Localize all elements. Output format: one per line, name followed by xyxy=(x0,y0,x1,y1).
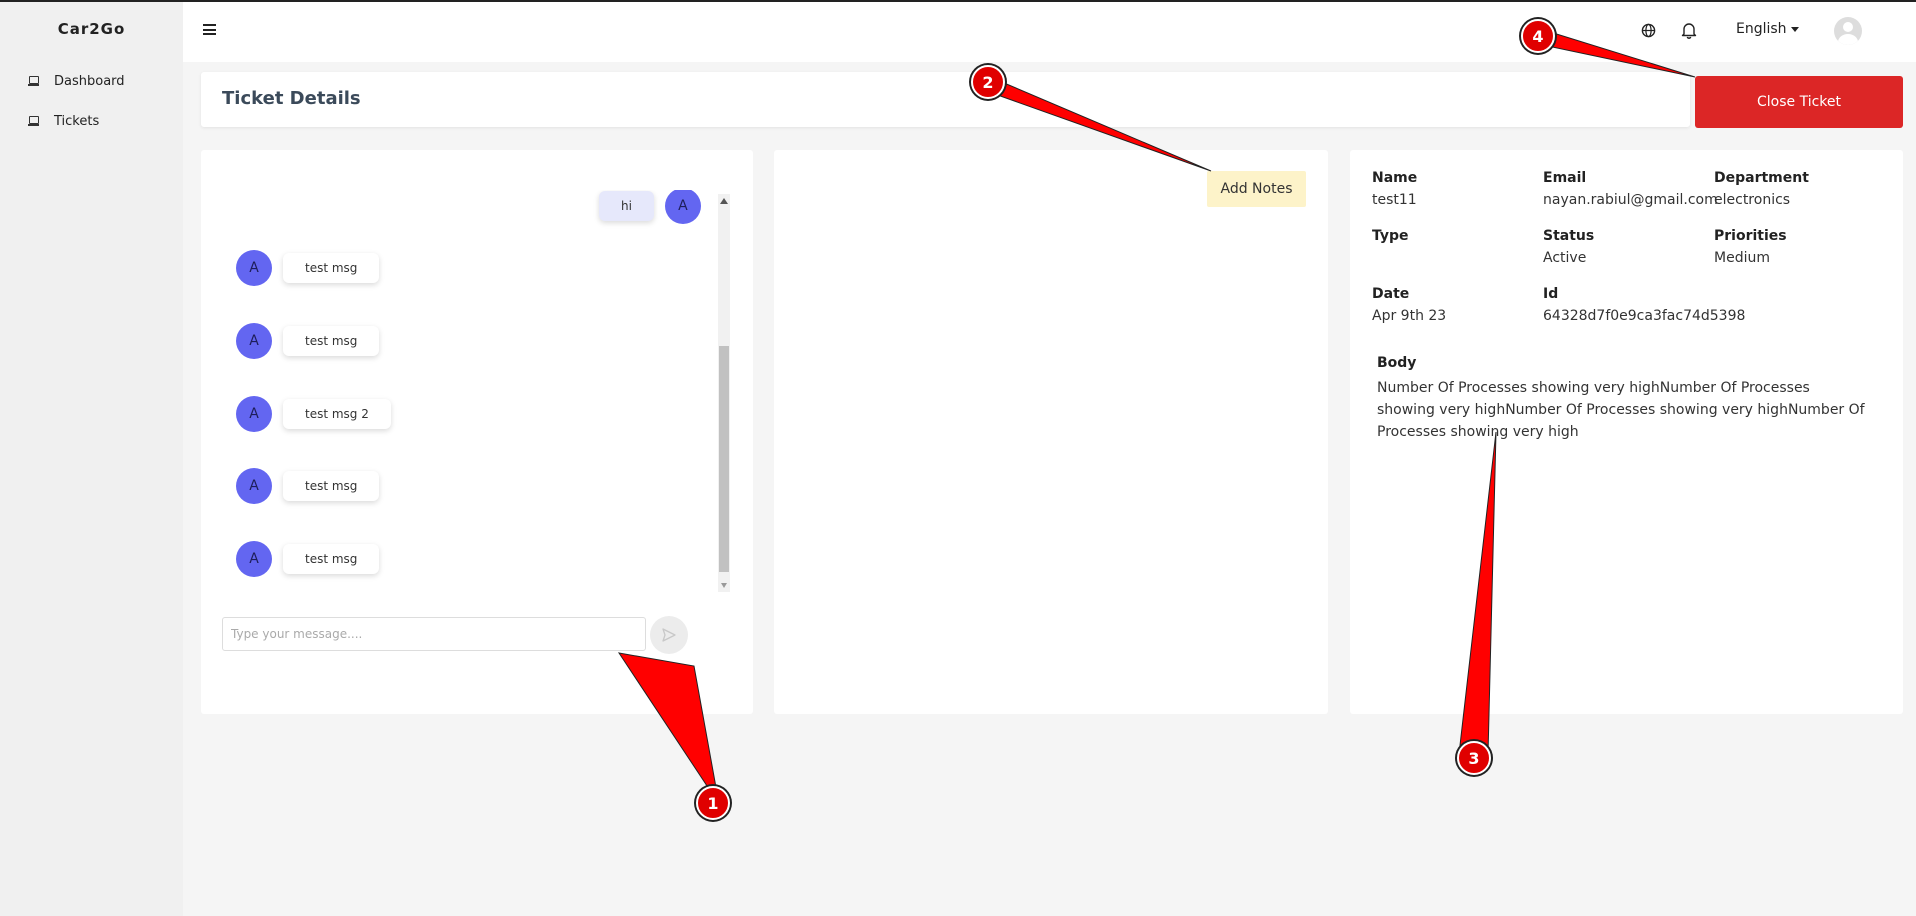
detail-label: Status xyxy=(1543,228,1595,244)
message-bubble: test msg xyxy=(283,544,380,574)
notes-panel: Add Notes xyxy=(774,150,1328,714)
detail-email: Email nayan.rabiul@gmail.com xyxy=(1543,170,1718,208)
send-button[interactable] xyxy=(650,616,688,654)
chat-message-self: hi A xyxy=(599,190,701,224)
detail-type: Type xyxy=(1372,228,1409,250)
avatar: A xyxy=(236,396,272,432)
detail-label: Priorities xyxy=(1714,228,1787,244)
send-icon xyxy=(662,628,676,642)
language-dropdown[interactable]: English xyxy=(1736,21,1799,37)
language-label: English xyxy=(1736,21,1787,37)
message-bubble: test msg xyxy=(283,253,380,283)
detail-value: test11 xyxy=(1372,192,1417,208)
avatar: A xyxy=(236,323,272,359)
message-bubble: test msg 2 xyxy=(283,399,391,429)
menu-icon[interactable] xyxy=(203,24,216,35)
ticket-details-panel: Name test11 Email nayan.rabiul@gmail.com… xyxy=(1350,150,1903,714)
annotation-badge-3: 3 xyxy=(1457,741,1491,775)
detail-label: Type xyxy=(1372,228,1409,244)
page-title-bar: Ticket Details xyxy=(201,72,1690,127)
detail-name: Name test11 xyxy=(1372,170,1417,208)
annotation-badge-4: 4 xyxy=(1521,19,1555,53)
user-avatar[interactable] xyxy=(1834,17,1862,45)
chat-panel: hi A A test msg A test msg A test msg 2 … xyxy=(201,150,753,714)
avatar: A xyxy=(236,468,272,504)
detail-value: electronics xyxy=(1714,192,1791,208)
laptop-icon xyxy=(28,116,40,126)
chat-message: A test msg xyxy=(236,541,380,577)
bell-icon[interactable] xyxy=(1681,21,1697,39)
annotation-badge-1: 1 xyxy=(696,786,730,820)
detail-label: Email xyxy=(1543,170,1587,186)
globe-icon[interactable] xyxy=(1641,23,1656,38)
detail-date: Date Apr 9th 23 xyxy=(1372,286,1446,324)
laptop-icon xyxy=(28,76,40,86)
detail-label: Date xyxy=(1372,286,1410,302)
detail-id: Id 64328d7f0e9ca3fac74d5398 xyxy=(1543,286,1745,324)
detail-label: Body xyxy=(1377,355,1417,371)
message-bubble: hi xyxy=(599,191,654,221)
chevron-down-icon xyxy=(1790,26,1799,32)
message-bubble: test msg xyxy=(283,471,380,501)
chat-message: A test msg xyxy=(236,323,380,359)
chat-scrollbar[interactable] xyxy=(718,194,730,592)
page-title: Ticket Details xyxy=(222,88,361,109)
sidebar-item-tickets[interactable]: Tickets xyxy=(28,110,99,132)
detail-value: 64328d7f0e9ca3fac74d5398 xyxy=(1543,308,1746,324)
sidebar-item-label: Tickets xyxy=(54,113,100,129)
close-ticket-button[interactable]: Close Ticket xyxy=(1695,76,1903,128)
detail-value: Active xyxy=(1543,250,1587,266)
detail-body: Body Number Of Processes showing very hi… xyxy=(1377,355,1867,443)
scroll-down-icon[interactable] xyxy=(721,583,727,588)
add-notes-button[interactable]: Add Notes xyxy=(1207,171,1306,207)
message-input[interactable] xyxy=(222,617,646,651)
chat-message: A test msg 2 xyxy=(236,396,391,432)
sidebar: Car2Go Dashboard Tickets xyxy=(0,2,183,916)
annotation-badge-2: 2 xyxy=(971,65,1005,99)
scroll-up-icon[interactable] xyxy=(720,198,728,204)
detail-priorities: Priorities Medium xyxy=(1714,228,1787,266)
sidebar-item-label: Dashboard xyxy=(54,73,125,89)
avatar: A xyxy=(236,250,272,286)
chat-message: A test msg xyxy=(236,468,380,504)
detail-department: Department electronics xyxy=(1714,170,1809,208)
detail-label: Id xyxy=(1543,286,1559,302)
detail-body-text: Number Of Processes showing very highNum… xyxy=(1377,380,1865,440)
sidebar-item-dashboard[interactable]: Dashboard xyxy=(28,70,125,92)
detail-label: Name xyxy=(1372,170,1418,186)
brand-logo[interactable]: Car2Go xyxy=(0,20,183,38)
detail-value: nayan.rabiul@gmail.com xyxy=(1543,192,1718,208)
chat-message: A test msg xyxy=(236,250,380,286)
message-bubble: test msg xyxy=(283,326,380,356)
chat-message-list[interactable]: hi A A test msg A test msg A test msg 2 … xyxy=(201,190,731,590)
detail-value: Apr 9th 23 xyxy=(1372,308,1447,324)
avatar: A xyxy=(236,541,272,577)
detail-status: Status Active xyxy=(1543,228,1594,266)
avatar: A xyxy=(664,190,701,224)
scrollbar-thumb[interactable] xyxy=(719,346,729,572)
detail-label: Department xyxy=(1714,170,1809,186)
top-header: English xyxy=(183,2,1916,62)
detail-value: Medium xyxy=(1714,250,1770,266)
